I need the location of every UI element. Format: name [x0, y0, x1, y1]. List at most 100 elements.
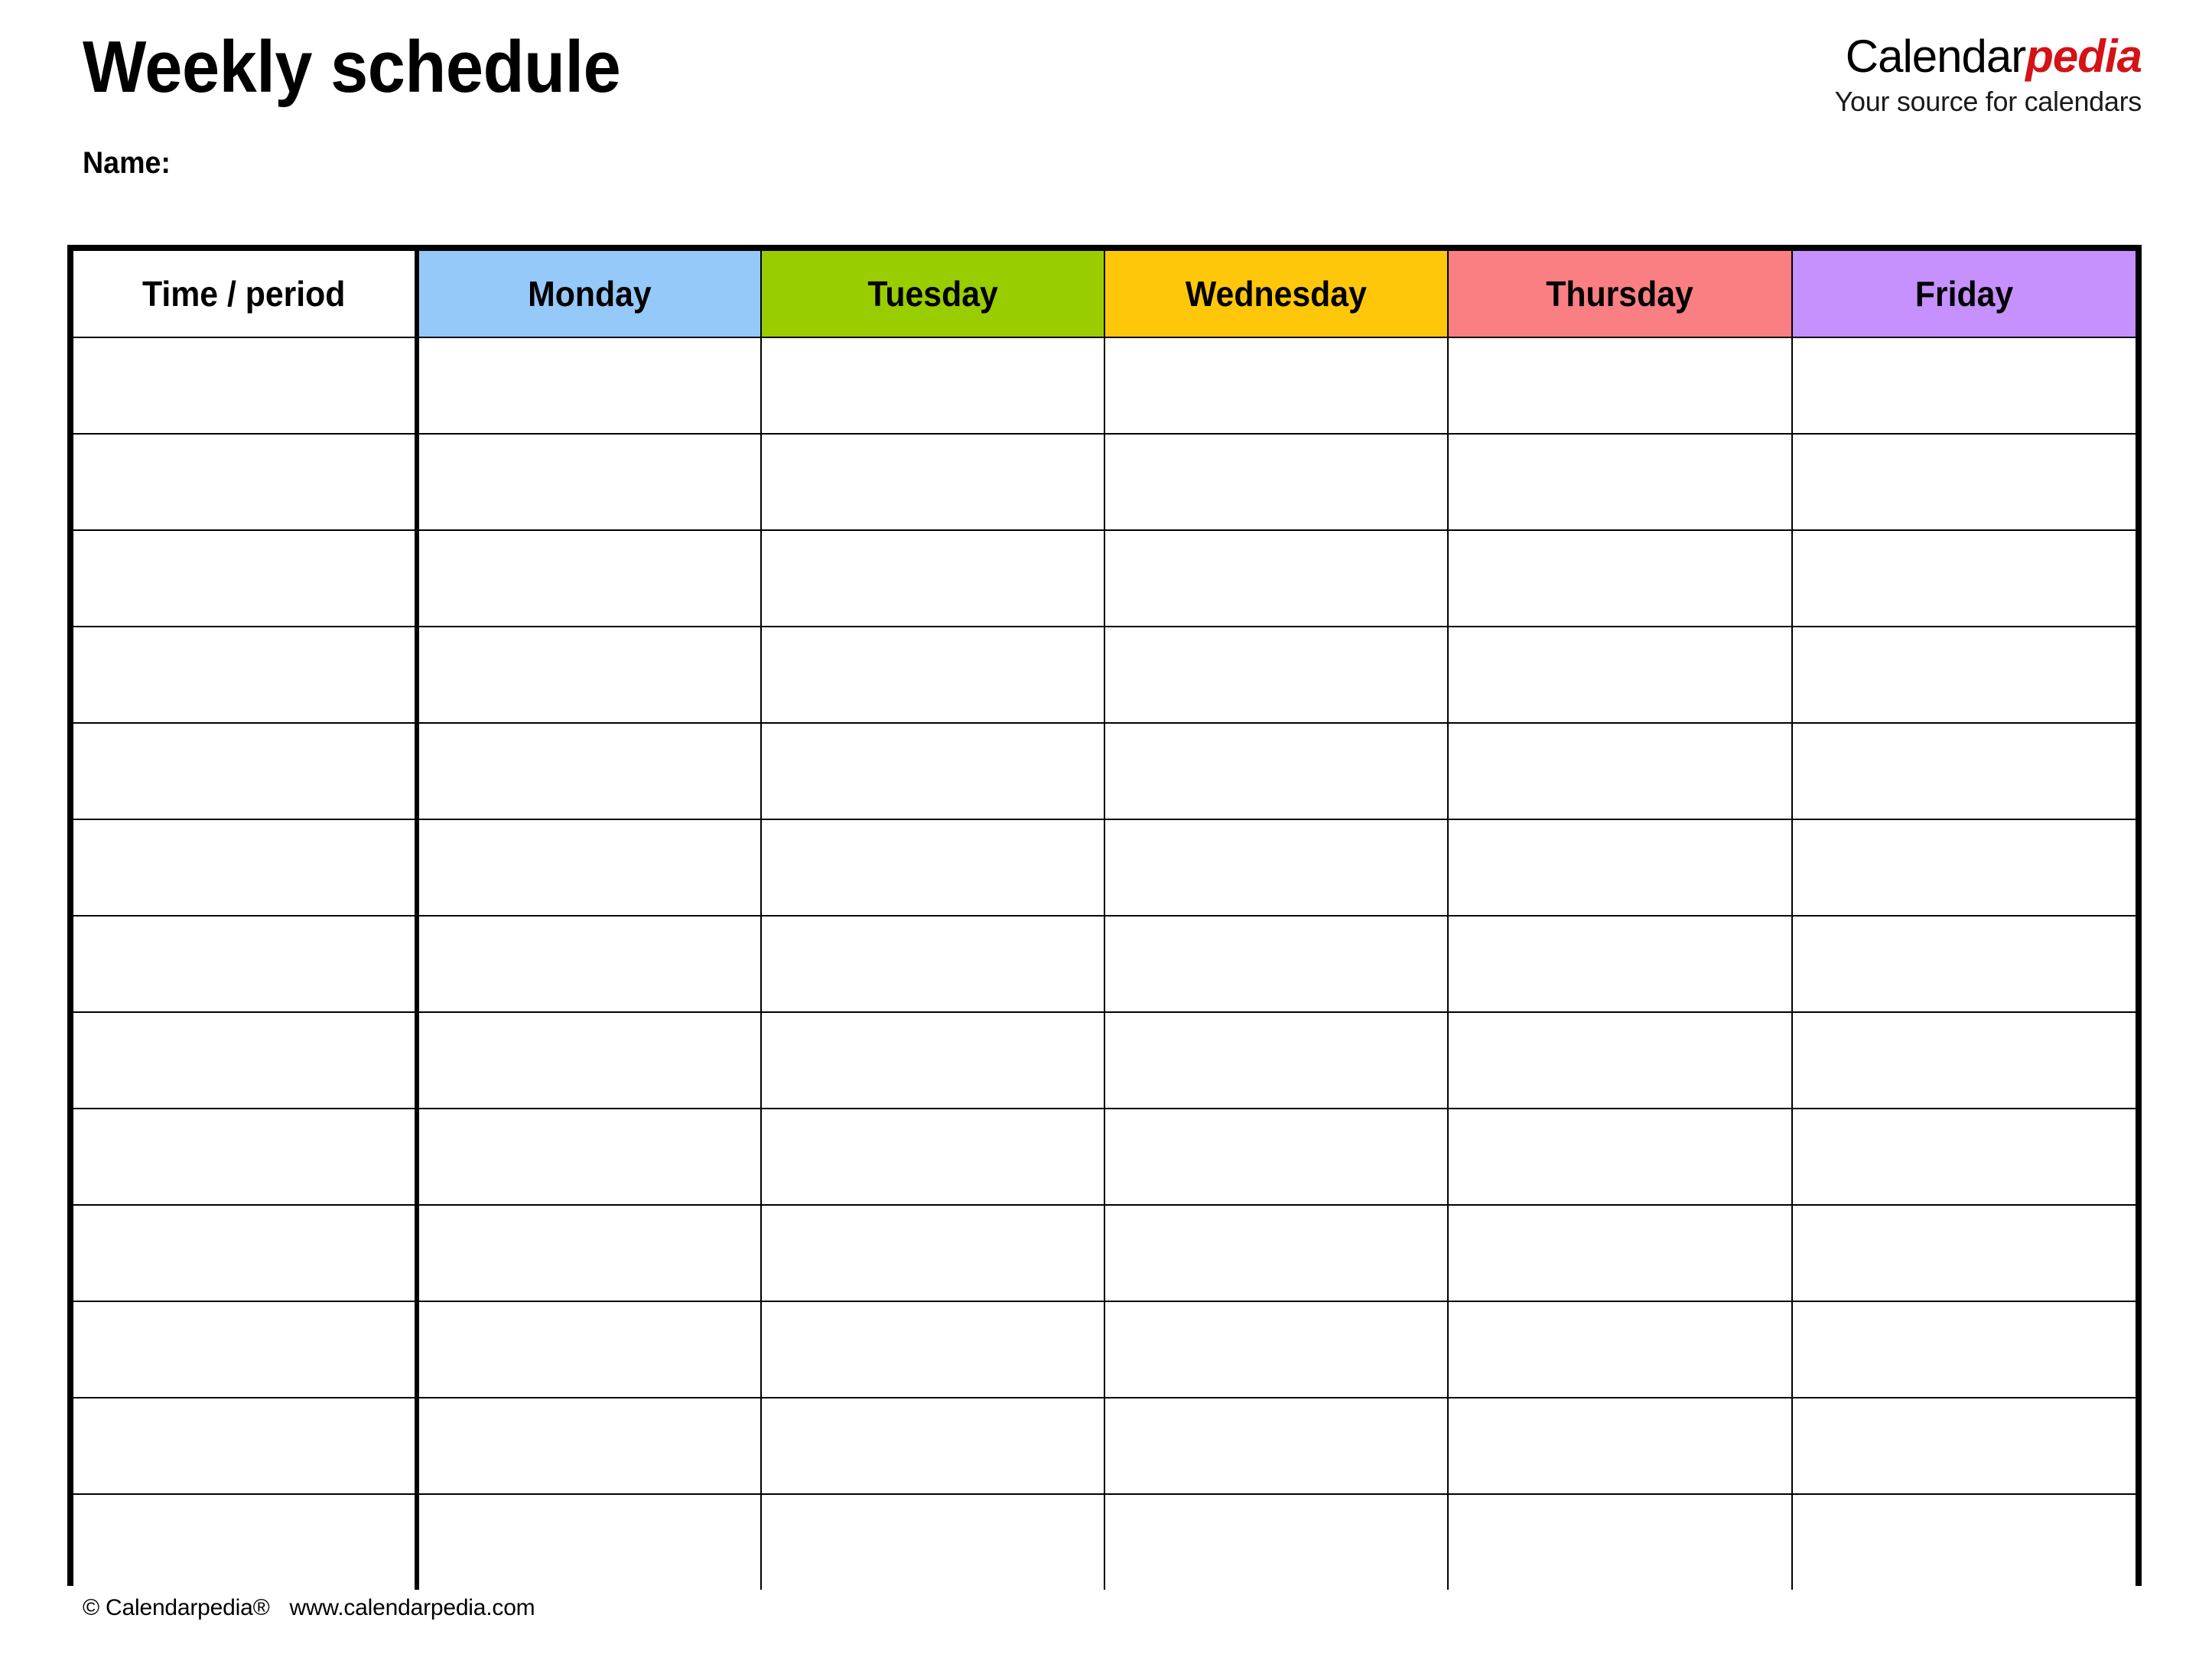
schedule-entry-cell[interactable] [760, 529, 1105, 627]
schedule-entry-cell[interactable] [416, 529, 762, 627]
schedule-entry-cell[interactable] [1103, 915, 1449, 1013]
schedule-entry-cell[interactable] [1447, 1204, 1793, 1302]
schedule-entry-cell[interactable] [1103, 626, 1449, 724]
schedule-entry-cell[interactable] [1791, 1301, 2136, 1398]
column-header-time-period: Time / period [73, 251, 420, 338]
time-period-cell[interactable] [73, 1108, 420, 1206]
schedule-entry-cell[interactable] [1103, 433, 1449, 531]
schedule-entry-cell[interactable] [760, 1301, 1105, 1398]
schedule-entry-cell[interactable] [1447, 722, 1793, 820]
schedule-entry-cell[interactable] [1103, 722, 1449, 820]
schedule-entry-cell[interactable] [1791, 1397, 2136, 1495]
schedule-entry-cell[interactable] [1103, 1493, 1449, 1590]
schedule-entry-cell[interactable] [1103, 1301, 1449, 1398]
schedule-entry-cell[interactable] [1447, 1493, 1793, 1590]
schedule-entry-cell[interactable] [416, 1301, 762, 1398]
schedule-entry-cell[interactable] [1447, 915, 1793, 1013]
schedule-entry-cell[interactable] [1791, 1204, 2136, 1302]
column-header-friday: Friday [1791, 251, 2136, 338]
schedule-entry-cell[interactable] [416, 915, 762, 1013]
schedule-entry-cell[interactable] [1791, 1108, 2136, 1206]
table-row [73, 1108, 2136, 1206]
time-period-cell[interactable] [73, 1397, 420, 1495]
table-row [73, 915, 2136, 1013]
schedule-entry-cell[interactable] [760, 722, 1105, 820]
schedule-entry-cell[interactable] [1791, 915, 2136, 1013]
schedule-entry-cell[interactable] [760, 626, 1105, 724]
schedule-entry-cell[interactable] [1791, 337, 2136, 435]
schedule-entry-cell[interactable] [760, 1011, 1105, 1109]
schedule-entry-cell[interactable] [416, 1204, 762, 1302]
schedule-entry-cell[interactable] [1103, 1397, 1449, 1495]
table-row [73, 626, 2136, 724]
schedule-entry-cell[interactable] [760, 337, 1105, 435]
schedule-entry-cell[interactable] [1447, 1397, 1793, 1495]
page-header: Weekly schedule Name: Calendarpedia Your… [0, 0, 2212, 230]
schedule-entry-cell[interactable] [416, 722, 762, 820]
schedule-entry-cell[interactable] [1791, 1011, 2136, 1109]
schedule-entry-cell[interactable] [416, 433, 762, 531]
time-period-cell[interactable] [73, 819, 420, 917]
time-period-cell[interactable] [73, 1301, 420, 1398]
time-period-cell[interactable] [73, 529, 420, 627]
schedule-entry-cell[interactable] [1791, 819, 2136, 917]
column-header-label: Friday [1914, 274, 2014, 314]
schedule-entry-cell[interactable] [760, 1204, 1105, 1302]
time-period-cell[interactable] [73, 626, 420, 724]
column-header-label: Time / period [142, 274, 346, 314]
schedule-entry-cell[interactable] [416, 819, 762, 917]
name-field-label: Name: [83, 146, 171, 180]
schedule-entry-cell[interactable] [416, 626, 762, 724]
schedule-entry-cell[interactable] [1447, 1108, 1793, 1206]
schedule-entry-cell[interactable] [1447, 337, 1793, 435]
column-header-label: Wednesday [1186, 274, 1368, 314]
schedule-entry-cell[interactable] [1103, 337, 1449, 435]
schedule-entry-cell[interactable] [760, 433, 1105, 531]
schedule-entry-cell[interactable] [1791, 626, 2136, 724]
header-row: Time / period Monday Tuesday Wednesday Thurs… [73, 251, 2136, 338]
schedule-entry-cell[interactable] [760, 1397, 1105, 1495]
schedule-entry-cell[interactable] [1447, 529, 1793, 627]
schedule-entry-cell[interactable] [760, 1493, 1105, 1590]
schedule-table-header: Time / period Monday Tuesday Wednesday Thurs… [73, 251, 2136, 338]
table-row [73, 337, 2136, 435]
time-period-cell[interactable] [73, 1493, 420, 1590]
schedule-entry-cell[interactable] [416, 1011, 762, 1109]
schedule-entry-cell[interactable] [1103, 1204, 1449, 1302]
schedule-entry-cell[interactable] [760, 915, 1105, 1013]
column-header-label: Thursday [1546, 274, 1694, 314]
schedule-entry-cell[interactable] [416, 337, 762, 435]
schedule-entry-cell[interactable] [1103, 819, 1449, 917]
time-period-cell[interactable] [73, 337, 420, 435]
table-row [73, 722, 2136, 820]
schedule-entry-cell[interactable] [416, 1493, 762, 1590]
column-header-label: Tuesday [867, 274, 998, 314]
schedule-entry-cell[interactable] [416, 1397, 762, 1495]
schedule-entry-cell[interactable] [1447, 1011, 1793, 1109]
schedule-entry-cell[interactable] [1103, 1108, 1449, 1206]
schedule-entry-cell[interactable] [760, 1108, 1105, 1206]
schedule-entry-cell[interactable] [1447, 626, 1793, 724]
schedule-entry-cell[interactable] [760, 819, 1105, 917]
schedule-entry-cell[interactable] [1447, 1301, 1793, 1398]
schedule-table-body [73, 337, 2136, 1590]
schedule-entry-cell[interactable] [1447, 433, 1793, 531]
time-period-cell[interactable] [73, 1011, 420, 1109]
schedule-entry-cell[interactable] [416, 1108, 762, 1206]
time-period-cell[interactable] [73, 722, 420, 820]
brand-wordmark: Calendarpedia [1835, 32, 2142, 80]
table-row [73, 1493, 2136, 1590]
time-period-cell[interactable] [73, 1204, 420, 1302]
schedule-entry-cell[interactable] [1103, 529, 1449, 627]
time-period-cell[interactable] [73, 915, 420, 1013]
schedule-entry-cell[interactable] [1791, 433, 2136, 531]
schedule-entry-cell[interactable] [1103, 1011, 1449, 1109]
schedule-entry-cell[interactable] [1791, 722, 2136, 820]
page-footer: © Calendarpedia® www.calendarpedia.com [83, 1595, 535, 1621]
schedule-entry-cell[interactable] [1791, 529, 2136, 627]
time-period-cell[interactable] [73, 433, 420, 531]
footer-website: www.calendarpedia.com [289, 1595, 535, 1620]
column-header-tuesday: Tuesday [760, 251, 1105, 338]
schedule-entry-cell[interactable] [1791, 1493, 2136, 1590]
schedule-entry-cell[interactable] [1447, 819, 1793, 917]
